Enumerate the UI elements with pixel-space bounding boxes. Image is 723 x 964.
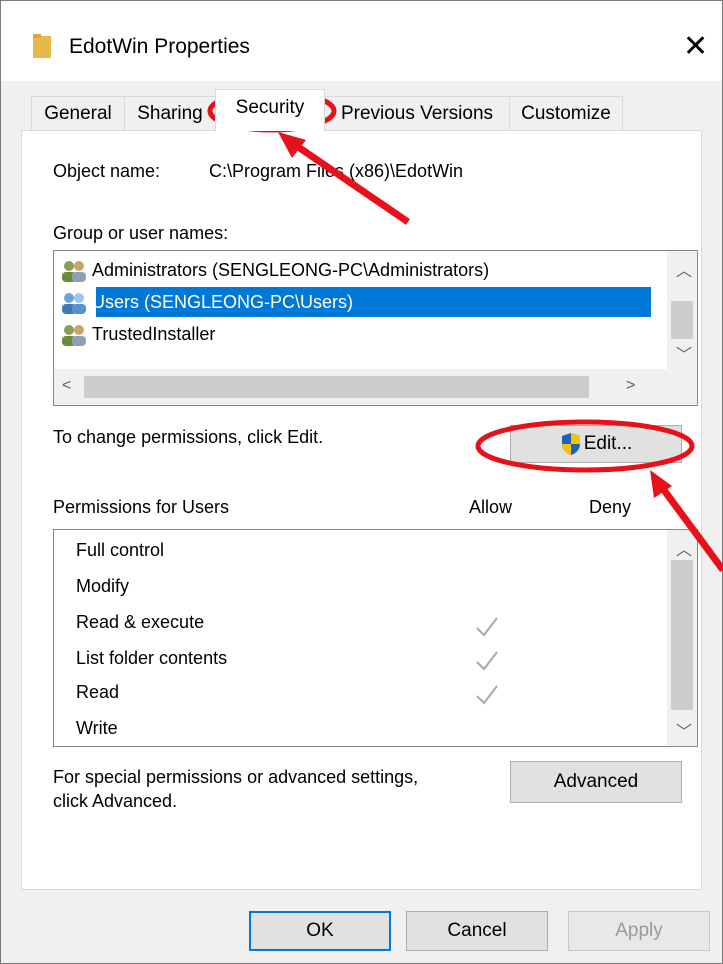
title-bar: EdotWin Properties ✕	[1, 1, 722, 81]
close-button[interactable]: ✕	[683, 29, 708, 64]
list-item-administrators[interactable]: Administrators (SENGLEONG-PC\Administrat…	[60, 255, 489, 285]
cancel-button[interactable]: Cancel	[406, 911, 548, 951]
users-group-icon	[62, 293, 86, 315]
permission-row: Modify	[76, 576, 130, 596]
allow-column-header: Allow	[469, 497, 513, 517]
tab-previous-versions[interactable]: Previous Versions	[324, 96, 510, 130]
group-names-label: Group or user names:	[53, 223, 229, 243]
window-title: EdotWin Properties	[69, 35, 250, 58]
scroll-thumb[interactable]	[671, 560, 693, 710]
deny-column-header: Deny	[589, 497, 632, 517]
users-group-icon	[62, 325, 86, 347]
tab-general[interactable]: General	[31, 96, 125, 130]
permission-row: List folder contents	[76, 648, 228, 668]
scroll-down-icon[interactable]: ﹀	[676, 718, 692, 742]
scroll-right-icon[interactable]: >	[626, 377, 635, 395]
users-group-icon	[62, 261, 86, 283]
object-name-label: Object name:	[53, 161, 161, 181]
edit-button[interactable]: Edit...	[510, 425, 682, 463]
list-item-users[interactable]: Users (SENGLEONG-PC\Users)	[60, 287, 353, 317]
ok-button[interactable]: OK	[249, 911, 391, 951]
group-list-horizontal-scrollbar[interactable]: < >	[54, 369, 697, 405]
uac-shield-icon	[561, 432, 580, 455]
check-icon	[476, 651, 498, 671]
tab-security[interactable]: Security	[215, 89, 325, 131]
tab-customize[interactable]: Customize	[509, 96, 623, 130]
folder-icon	[33, 34, 51, 58]
scroll-left-icon[interactable]: <	[62, 377, 71, 395]
permission-row: Full control	[76, 540, 165, 560]
advanced-hint-line2: click Advanced.	[53, 791, 178, 811]
permissions-list: Full control Modify Read & execute List …	[53, 529, 698, 747]
permission-row: Read & execute	[76, 612, 205, 632]
scroll-up-icon[interactable]: ︿	[676, 257, 692, 281]
object-name-value: C:\Program Files (x86)\EdotWin	[209, 161, 464, 181]
group-list-vertical-scrollbar[interactable]: ︿ ﹀	[667, 251, 697, 369]
scroll-thumb[interactable]	[84, 376, 589, 398]
check-icon	[476, 685, 498, 705]
advanced-button[interactable]: Advanced	[510, 761, 682, 803]
group-user-list[interactable]: Administrators (SENGLEONG-PC\Administrat…	[53, 250, 698, 406]
scroll-down-icon[interactable]: ﹀	[676, 341, 692, 365]
permission-row: Write	[76, 718, 118, 738]
permissions-vertical-scrollbar[interactable]: ︿ ﹀	[667, 530, 697, 746]
apply-button: Apply	[568, 911, 710, 951]
permissions-header: Permissions for Users	[53, 497, 230, 517]
properties-dialog: EdotWin Properties ✕ General Sharing Sec…	[0, 0, 723, 964]
advanced-hint-line1: For special permissions or advanced sett…	[53, 767, 419, 787]
change-permissions-hint: To change permissions, click Edit.	[53, 427, 324, 447]
tab-sharing[interactable]: Sharing	[124, 96, 216, 130]
scroll-thumb[interactable]	[671, 301, 693, 339]
permission-row: Read	[76, 682, 120, 702]
scroll-up-icon[interactable]: ︿	[676, 536, 692, 560]
list-item-trustedinstaller[interactable]: TrustedInstaller	[60, 319, 215, 349]
check-icon	[476, 617, 498, 637]
